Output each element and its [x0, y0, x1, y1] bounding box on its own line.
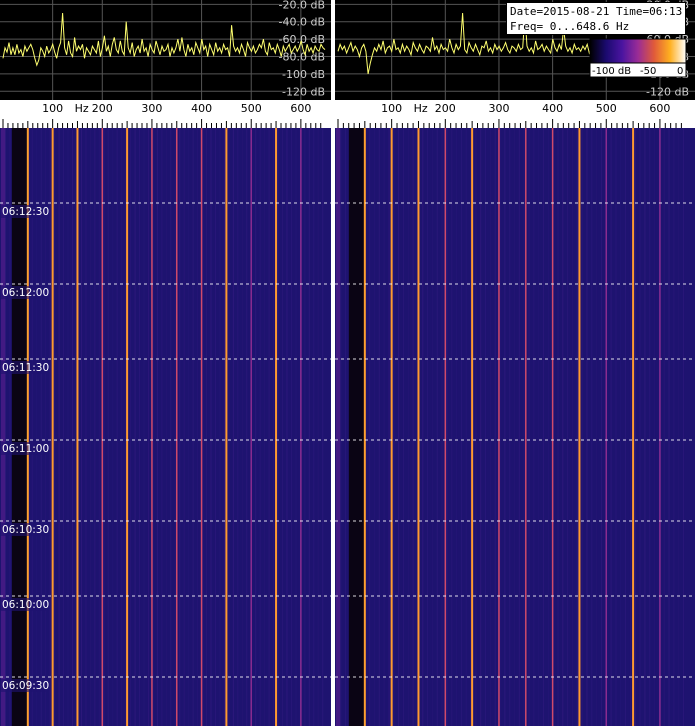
freq-tick-label: 600 [649, 102, 670, 115]
freq-tick-label: 200 [435, 102, 456, 115]
spectrum-display: -20.0 dB-40.0 dB-60.0 dB-80.0 dB-100 dB-… [0, 0, 695, 726]
db-tick-label: -20.0 dB [279, 0, 326, 11]
spectrum-panel-left: -20.0 dB-40.0 dB-60.0 dB-80.0 dB-100 dB-… [0, 0, 331, 100]
freq-tick-label: 200 [92, 102, 113, 115]
colorbar-gradient [589, 38, 687, 64]
freq-tick-label: 100 [42, 102, 63, 115]
time-label: 06:10:30 [2, 524, 49, 536]
time-label: 06:12:00 [2, 287, 49, 299]
waterfall-edge-band [336, 128, 340, 726]
db-tick-label: -120 dB [282, 85, 325, 98]
freq-unit-label: Hz [75, 102, 89, 115]
db-tick-label: -120 dB [646, 85, 689, 98]
panel-divider [331, 0, 335, 726]
freq-value: 0...648.6 Hz [549, 20, 630, 33]
date-value: 2015-08-21 [543, 5, 610, 18]
freq-label: Freq= [510, 20, 544, 33]
time-label: 06:12:30 [2, 206, 49, 218]
time-value: 06:13 [649, 5, 683, 18]
time-label: 06:11:00 [2, 443, 49, 455]
waterfall-right [335, 128, 695, 726]
colorbar-max-label: 0 [677, 66, 683, 77]
freq-tick-label: 600 [290, 102, 311, 115]
waterfall-bg [0, 128, 331, 726]
date-label: Date= [510, 5, 544, 18]
freq-tick-label: 500 [241, 102, 262, 115]
date-time-row: Date=2015-08-21 Time=06:13 [510, 4, 682, 19]
info-box: Date=2015-08-21 Time=06:13 Freq= 0...648… [506, 2, 686, 35]
time-label: 06:10:00 [2, 599, 49, 611]
freq-tick-label: 400 [191, 102, 212, 115]
frequency-axis-right: 100 200 300 400 500 600 Hz [335, 100, 695, 128]
waterfall-dark-band [348, 128, 365, 726]
time-label: Time= [615, 5, 650, 18]
time-label: 06:09:30 [2, 680, 49, 692]
freq-tick-label: 500 [596, 102, 617, 115]
colorbar-min-label: -100 dB [592, 66, 631, 77]
db-tick-label: -100 dB [282, 68, 325, 81]
freq-tick-label: 300 [141, 102, 162, 115]
time-label: 06:11:30 [2, 362, 49, 374]
waterfall-left: 06:12:30 06:12:00 06:11:30 06:11:00 06:10:30… [0, 128, 331, 726]
freq-unit-label: Hz [414, 102, 428, 115]
freq-tick-label: 300 [488, 102, 509, 115]
freq-tick-label: 100 [381, 102, 402, 115]
colorbar: -100 dB -50 0 [589, 38, 687, 78]
freq-row: Freq= 0...648.6 Hz [510, 19, 682, 34]
frequency-axis-left: 100 200 300 400 500 600 Hz [0, 100, 331, 128]
db-tick-label: -80.0 dB [279, 51, 326, 64]
db-tick-label: -40.0 dB [279, 16, 326, 29]
freq-tick-label: 400 [542, 102, 563, 115]
colorbar-mid-label: -50 [640, 66, 656, 77]
